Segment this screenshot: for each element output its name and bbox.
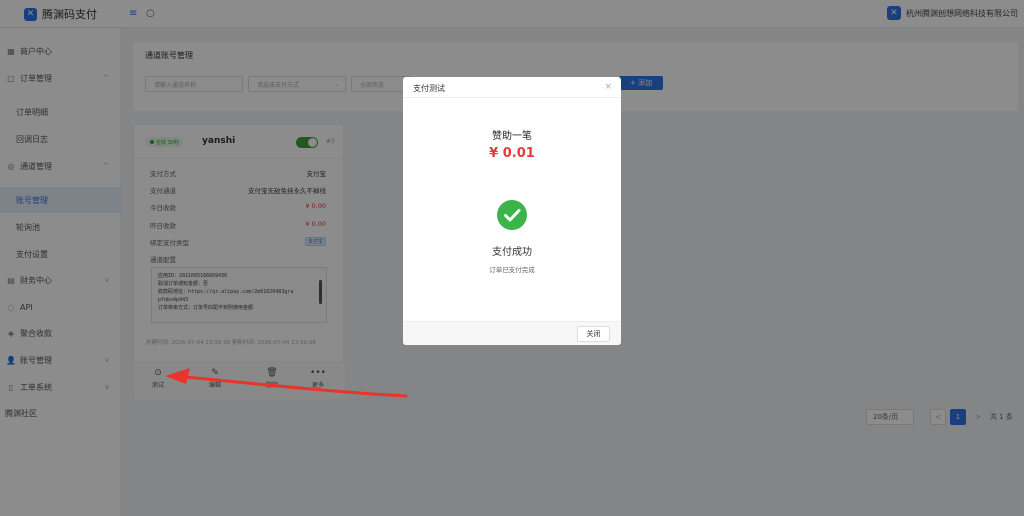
dialog-footer: 关闭 xyxy=(403,321,621,345)
result-title: 支付成功 xyxy=(492,247,532,258)
payment-label: 赞助一笔 xyxy=(492,131,532,142)
result-subtitle: 订单已支付完成 xyxy=(489,266,535,274)
dialog-header: 支付测试 × xyxy=(403,77,621,98)
payment-amount: ¥ 0.01 xyxy=(489,146,535,161)
dialog-title: 支付测试 xyxy=(413,84,445,93)
close-icon[interactable]: × xyxy=(604,82,612,92)
close-button[interactable]: 关闭 xyxy=(577,326,610,342)
check-mark-icon xyxy=(504,209,521,222)
payment-test-dialog: 支付测试 × 赞助一笔 ¥ 0.01 支付成功 订单已支付完成 关闭 xyxy=(403,77,621,345)
success-check-icon xyxy=(497,200,527,230)
